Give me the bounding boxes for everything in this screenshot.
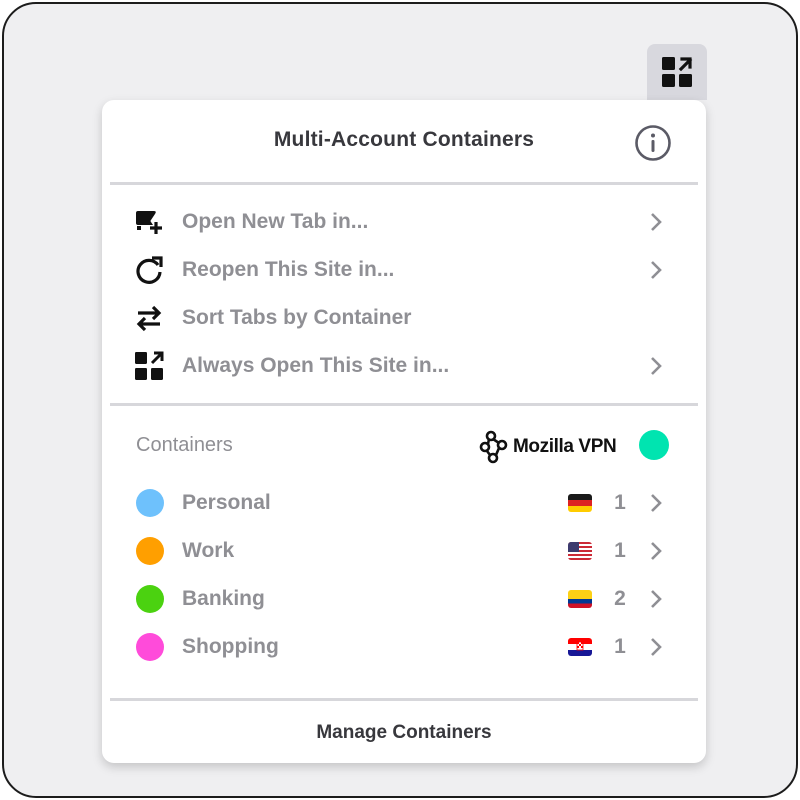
reload-icon — [136, 256, 163, 284]
menu-reopen-site[interactable]: Reopen This Site in... — [102, 247, 706, 293]
container-name: Personal — [182, 491, 271, 514]
new-tab-icon — [136, 211, 162, 234]
menu-always-open[interactable]: Always Open This Site in... — [102, 343, 706, 389]
container-tab-count: 1 — [614, 539, 626, 562]
panel-header: Multi-Account Containers — [102, 100, 706, 182]
chevron-right-icon — [651, 213, 662, 231]
chevron-right-icon — [651, 638, 662, 656]
container-color-dot — [136, 489, 164, 517]
menu-divider — [110, 403, 698, 406]
menu-sort-tabs[interactable]: Sort Tabs by Container — [102, 295, 706, 341]
window-frame: Multi-Account Containers Open New Tab in… — [2, 2, 798, 798]
panel-title: Multi-Account Containers — [273, 128, 535, 151]
footer-divider — [110, 698, 698, 701]
germany-flag-icon — [568, 494, 592, 512]
sort-arrows-icon — [136, 305, 162, 332]
mozilla-vpn-label: Mozilla VPN — [513, 436, 617, 457]
container-name: Banking — [182, 587, 265, 610]
container-tab-count: 1 — [614, 635, 626, 658]
chevron-right-icon — [651, 590, 662, 608]
container-tab-count: 1 — [614, 491, 626, 514]
container-color-dot — [136, 537, 164, 565]
container-row-work[interactable]: Work 1 — [102, 528, 706, 574]
vpn-status-toggle[interactable] — [639, 430, 669, 460]
info-icon[interactable] — [634, 124, 672, 162]
chevron-right-icon — [651, 357, 662, 375]
containers-extension-icon — [662, 57, 693, 87]
menu-label: Open New Tab in... — [182, 210, 369, 233]
containers-toolbar-button[interactable] — [647, 44, 707, 100]
container-tab-count: 2 — [614, 587, 626, 610]
header-divider — [110, 182, 698, 185]
container-row-shopping[interactable]: Shopping 1 — [102, 624, 706, 670]
container-row-personal[interactable]: Personal 1 — [102, 480, 706, 526]
menu-open-new-tab[interactable]: Open New Tab in... — [102, 199, 706, 245]
container-name: Work — [182, 539, 235, 562]
menu-label: Reopen This Site in... — [182, 258, 395, 281]
menu-label: Always Open This Site in... — [182, 354, 450, 377]
mozilla-vpn-logo-icon — [479, 430, 508, 464]
container-row-banking[interactable]: Banking 2 — [102, 576, 706, 622]
container-color-dot — [136, 585, 164, 613]
always-open-icon — [135, 351, 164, 380]
chevron-right-icon — [651, 542, 662, 560]
containers-panel: Multi-Account Containers Open New Tab in… — [102, 100, 706, 763]
usa-flag-icon — [568, 542, 592, 560]
manage-containers-button[interactable]: Manage Containers — [102, 702, 706, 763]
colombia-flag-icon — [568, 590, 592, 608]
container-color-dot — [136, 633, 164, 661]
croatia-flag-icon — [568, 638, 592, 656]
chevron-right-icon — [651, 261, 662, 279]
menu-label: Sort Tabs by Container — [182, 306, 412, 329]
containers-section-label: Containers — [136, 434, 233, 456]
chevron-right-icon — [651, 494, 662, 512]
manage-containers-label: Manage Containers — [316, 721, 492, 743]
container-name: Shopping — [182, 635, 279, 658]
